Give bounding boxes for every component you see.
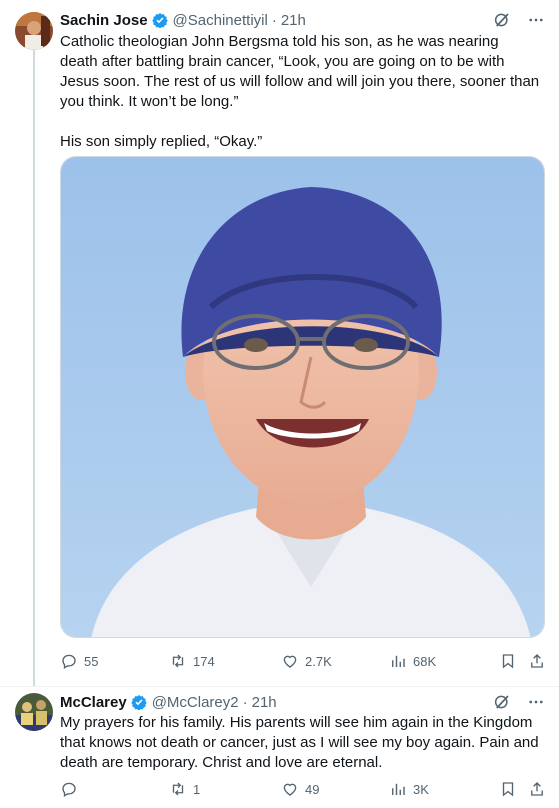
bookmark-button[interactable] [499, 779, 517, 799]
view-count: 3K [413, 781, 429, 797]
reply-button[interactable]: 55 [60, 651, 98, 671]
grok-icon[interactable] [493, 693, 511, 711]
timestamp[interactable]: 21h [281, 12, 306, 29]
repost-button[interactable]: 174 [169, 651, 215, 671]
view-count: 68K [413, 653, 437, 669]
verified-badge-icon [151, 13, 168, 28]
tweet-mcclarey[interactable]: McClarey @McClarey2 · 21h My prayers for… [0, 687, 559, 808]
separator: · [271, 11, 277, 29]
repost-count: 174 [193, 653, 215, 669]
timestamp[interactable]: 21h [252, 694, 277, 711]
author-name[interactable]: Sachin Jose [60, 12, 148, 29]
reply-icon [62, 654, 76, 670]
reply-icon [62, 782, 76, 798]
tweet-text: Catholic theologian John Bergsma told hi… [60, 32, 540, 152]
avatar[interactable] [15, 693, 53, 731]
separator: · [242, 693, 248, 711]
author-handle[interactable]: @Sachinettiyil [173, 12, 268, 29]
heart-icon [283, 655, 297, 668]
reply-button[interactable] [60, 779, 78, 799]
more-options-icon[interactable] [527, 693, 545, 711]
avatar[interactable] [15, 12, 53, 50]
like-button[interactable]: 2.7K [281, 651, 332, 671]
verified-badge-icon [130, 695, 147, 710]
bookmark-icon [502, 654, 514, 669]
share-icon [531, 654, 543, 668]
views-icon [392, 783, 405, 795]
tweet-paragraph-1: My prayers for his family. His parents w… [60, 714, 539, 771]
heart-icon [283, 783, 297, 796]
like-count: 49 [305, 781, 320, 797]
share-button[interactable] [528, 651, 546, 671]
tweet-text: My prayers for his family. His parents w… [60, 713, 540, 773]
grok-icon[interactable] [493, 11, 511, 29]
repost-icon [172, 654, 184, 668]
repost-count: 1 [193, 781, 201, 797]
bookmark-icon [502, 782, 514, 797]
share-button[interactable] [528, 779, 546, 799]
tweet-paragraph-2: His son simply replied, “Okay.” [60, 133, 263, 150]
like-button[interactable]: 49 [281, 779, 319, 799]
tweet-actions: 1 49 3K [60, 779, 546, 799]
views-button[interactable]: 3K [389, 779, 429, 799]
tweet-paragraph-1: Catholic theologian John Bergsma told hi… [60, 33, 540, 110]
repost-button[interactable]: 1 [169, 779, 200, 799]
reply-count: 55 [84, 653, 99, 669]
like-count: 2.7K [305, 653, 332, 669]
views-icon [392, 655, 405, 667]
author-handle[interactable]: @McClarey2 [152, 694, 239, 711]
tweet-top-icons [493, 11, 545, 29]
more-options-icon[interactable] [527, 11, 545, 29]
tweet-header: Sachin Jose @Sachinettiyil · 21h [60, 10, 306, 30]
tweet-photo[interactable] [60, 156, 545, 638]
tweet-header: McClarey @McClarey2 · 21h [60, 692, 277, 712]
repost-icon [172, 782, 184, 796]
bookmark-button[interactable] [499, 651, 517, 671]
tweet-actions: 55 174 2.7K 68K [60, 651, 546, 671]
tweet-top-icons [493, 693, 545, 711]
author-name[interactable]: McClarey [60, 694, 127, 711]
share-icon [531, 782, 543, 796]
tweet-sachin-jose[interactable]: Sachin Jose @Sachinettiyil · 21h Catholi… [0, 0, 559, 686]
views-button[interactable]: 68K [389, 651, 436, 671]
